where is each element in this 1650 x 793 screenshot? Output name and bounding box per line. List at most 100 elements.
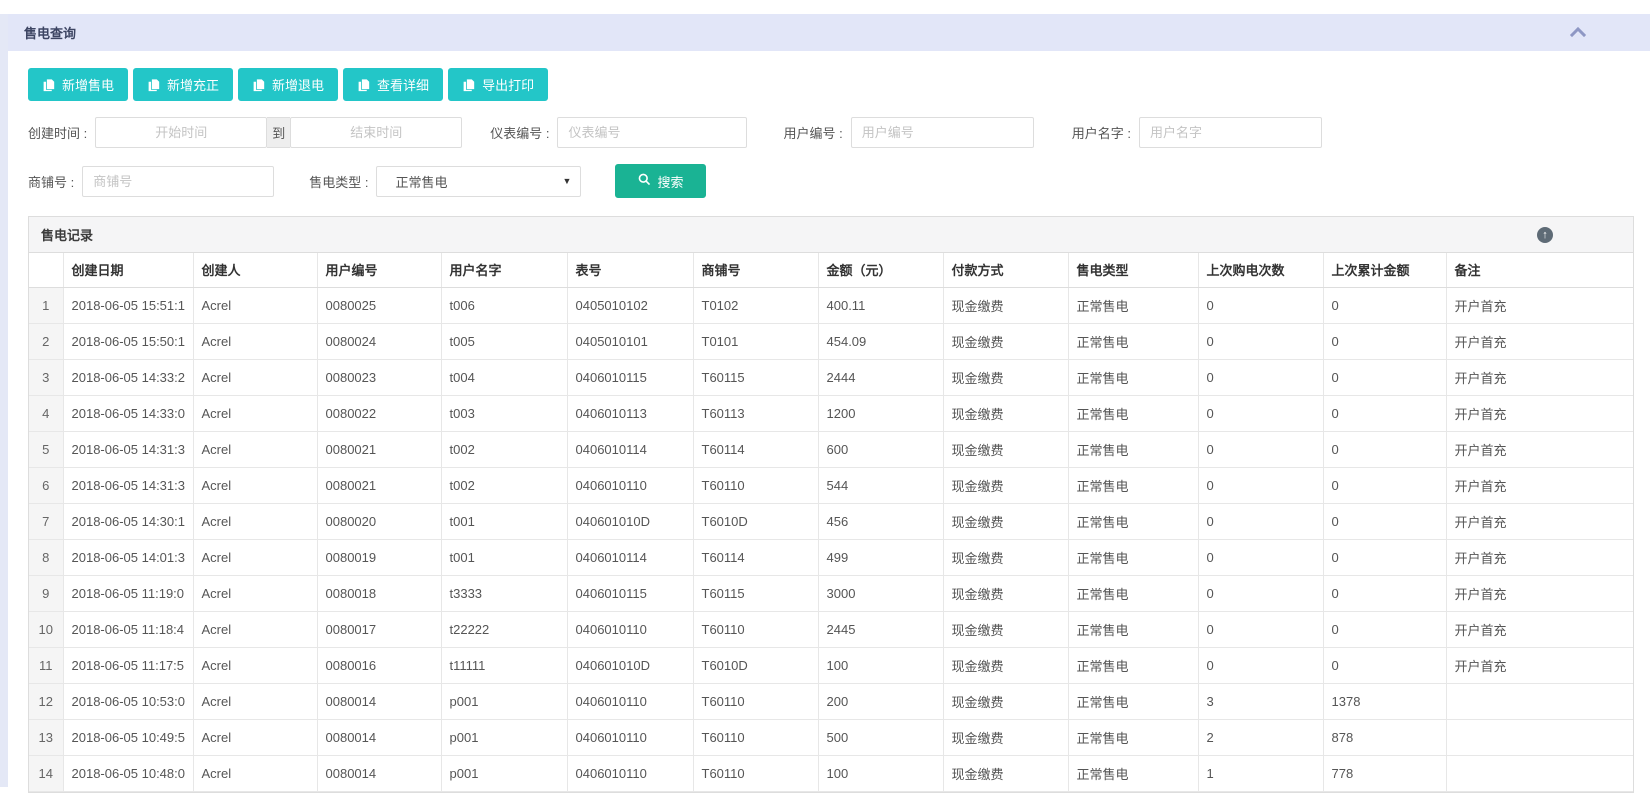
table-cell: 0080023 bbox=[317, 359, 441, 395]
collapse-up-icon[interactable]: ↑ bbox=[1537, 227, 1553, 243]
table-cell: 正常售电 bbox=[1068, 287, 1198, 323]
table-row[interactable]: 12018-06-05 15:51:1Acrel0080025t00604050… bbox=[29, 287, 1633, 323]
table-cell: 正常售电 bbox=[1068, 359, 1198, 395]
table-cell: 0080019 bbox=[317, 539, 441, 575]
copy-icon bbox=[357, 78, 370, 92]
table-cell: 040601010D bbox=[567, 647, 693, 683]
table-cell: 0080016 bbox=[317, 647, 441, 683]
row-number-cell: 13 bbox=[29, 719, 63, 755]
table-cell: 0 bbox=[1198, 611, 1323, 647]
table-row[interactable]: 82018-06-05 14:01:3Acrel0080019t00104060… bbox=[29, 539, 1633, 575]
table-row[interactable]: 122018-06-05 10:53:0Acrel0080014p0010406… bbox=[29, 683, 1633, 719]
table-cell: 2018-06-05 11:19:0 bbox=[63, 575, 193, 611]
table-cell: T6010D bbox=[693, 503, 818, 539]
table-cell: T60115 bbox=[693, 359, 818, 395]
table-row[interactable]: 112018-06-05 11:17:5Acrel0080016t1111104… bbox=[29, 647, 1633, 683]
user-name-label: 用户名字 : bbox=[1072, 123, 1131, 142]
table-cell: T60110 bbox=[693, 611, 818, 647]
row-number-cell: 9 bbox=[29, 575, 63, 611]
view-detail-button[interactable]: 查看详细 bbox=[343, 68, 443, 101]
row-number-cell: 7 bbox=[29, 503, 63, 539]
table-cell: 0406010114 bbox=[567, 539, 693, 575]
user-name-input[interactable] bbox=[1139, 117, 1322, 148]
table-cell: 0 bbox=[1198, 287, 1323, 323]
table-cell: 2 bbox=[1198, 719, 1323, 755]
table-row[interactable]: 32018-06-05 14:33:2Acrel0080023t00404060… bbox=[29, 359, 1633, 395]
table-cell: 开户首充 bbox=[1446, 287, 1633, 323]
table-row[interactable]: 52018-06-05 14:31:3Acrel0080021t00204060… bbox=[29, 431, 1633, 467]
table-row[interactable]: 142018-06-05 10:48:0Acrel0080014p0010406… bbox=[29, 755, 1633, 791]
table-cell: T0101 bbox=[693, 323, 818, 359]
table-cell: t001 bbox=[441, 503, 567, 539]
add-refund-button[interactable]: 新增退电 bbox=[238, 68, 338, 101]
button-label: 新增充正 bbox=[167, 75, 219, 94]
table-cell: 现金缴费 bbox=[943, 575, 1068, 611]
table-cell: 0 bbox=[1323, 647, 1446, 683]
table-cell: 0 bbox=[1323, 431, 1446, 467]
table-cell: 现金缴费 bbox=[943, 287, 1068, 323]
export-print-button[interactable]: 导出打印 bbox=[448, 68, 548, 101]
table-cell: 现金缴费 bbox=[943, 611, 1068, 647]
table-cell: 现金缴费 bbox=[943, 539, 1068, 575]
search-button[interactable]: 搜索 bbox=[615, 164, 706, 198]
table-cell: t11111 bbox=[441, 647, 567, 683]
shop-no-input[interactable] bbox=[82, 166, 274, 197]
table-cell: 正常售电 bbox=[1068, 431, 1198, 467]
table-row[interactable]: 42018-06-05 14:33:0Acrel0080022t00304060… bbox=[29, 395, 1633, 431]
end-time-input[interactable] bbox=[290, 117, 462, 148]
meter-no-label: 仪表编号 : bbox=[490, 123, 549, 142]
add-sale-button[interactable]: 新增售电 bbox=[28, 68, 128, 101]
add-recharge-button[interactable]: 新增充正 bbox=[133, 68, 233, 101]
start-time-input[interactable] bbox=[95, 117, 267, 148]
table-row[interactable]: 132018-06-05 10:49:5Acrel0080014p0010406… bbox=[29, 719, 1633, 755]
table-cell: 2018-06-05 15:51:1 bbox=[63, 287, 193, 323]
page-header: 售电查询 bbox=[8, 14, 1650, 51]
table-cell: 0405010101 bbox=[567, 323, 693, 359]
row-number-cell: 3 bbox=[29, 359, 63, 395]
table-cell: t002 bbox=[441, 467, 567, 503]
button-label: 导出打印 bbox=[482, 75, 534, 94]
table-cell: 正常售电 bbox=[1068, 503, 1198, 539]
table-cell: 现金缴费 bbox=[943, 683, 1068, 719]
table-cell: 0 bbox=[1198, 359, 1323, 395]
table-cell: 0 bbox=[1323, 467, 1446, 503]
table-cell: 开户首充 bbox=[1446, 323, 1633, 359]
table-row[interactable]: 102018-06-05 11:18:4Acrel0080017t2222204… bbox=[29, 611, 1633, 647]
filter-row-1: 创建时间 : 到 仪表编号 : 用户编号 : 用户名字 : bbox=[28, 117, 1650, 148]
user-no-input[interactable] bbox=[851, 117, 1034, 148]
table-cell: 0080021 bbox=[317, 431, 441, 467]
table-cell: 0406010110 bbox=[567, 467, 693, 503]
table-cell: t3333 bbox=[441, 575, 567, 611]
table-cell: 正常售电 bbox=[1068, 539, 1198, 575]
table-cell: 开户首充 bbox=[1446, 575, 1633, 611]
table-cell: 0406010110 bbox=[567, 683, 693, 719]
table-cell: 0 bbox=[1198, 467, 1323, 503]
table-cell: 开户首充 bbox=[1446, 359, 1633, 395]
table-row[interactable]: 92018-06-05 11:19:0Acrel0080018t33330406… bbox=[29, 575, 1633, 611]
meter-no-input[interactable] bbox=[557, 117, 747, 148]
table-row[interactable]: 72018-06-05 14:30:1Acrel0080020t00104060… bbox=[29, 503, 1633, 539]
chevron-up-icon[interactable] bbox=[1570, 25, 1586, 39]
table-cell: 0080024 bbox=[317, 323, 441, 359]
table-cell: 544 bbox=[818, 467, 943, 503]
table-cell: T60115 bbox=[693, 575, 818, 611]
table-cell: 2018-06-05 14:31:3 bbox=[63, 467, 193, 503]
column-header: 付款方式 bbox=[943, 253, 1068, 287]
records-panel-title: 售电记录 bbox=[41, 225, 93, 244]
row-number-cell: 12 bbox=[29, 683, 63, 719]
shop-no-label: 商铺号 : bbox=[28, 172, 74, 191]
table-cell: 0406010113 bbox=[567, 395, 693, 431]
table-cell: Acrel bbox=[193, 575, 317, 611]
table-cell: 456 bbox=[818, 503, 943, 539]
sale-type-label: 售电类型 : bbox=[309, 172, 368, 191]
table-cell: 正常售电 bbox=[1068, 323, 1198, 359]
table-cell: 100 bbox=[818, 755, 943, 791]
table-cell: 现金缴费 bbox=[943, 647, 1068, 683]
column-header: 上次累计金额 bbox=[1323, 253, 1446, 287]
column-header: 用户编号 bbox=[317, 253, 441, 287]
table-cell: T6010D bbox=[693, 647, 818, 683]
table-row[interactable]: 62018-06-05 14:31:3Acrel0080021t00204060… bbox=[29, 467, 1633, 503]
sale-type-select[interactable]: 正常售电 ▼ bbox=[376, 166, 581, 197]
table-row[interactable]: 22018-06-05 15:50:1Acrel0080024t00504050… bbox=[29, 323, 1633, 359]
table-cell: 开户首充 bbox=[1446, 431, 1633, 467]
